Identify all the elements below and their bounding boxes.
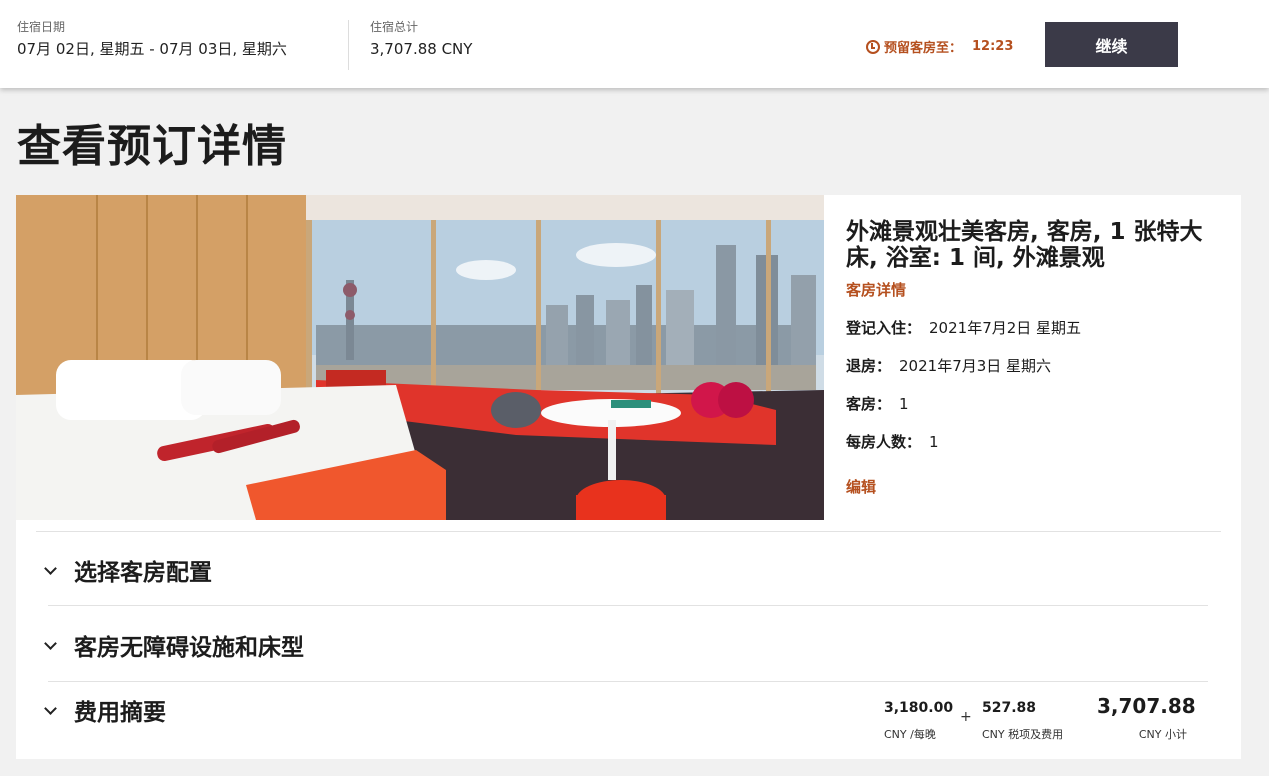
nightly-rate-value: 3,180.00 (884, 700, 954, 716)
fee-summary-title: 费用摘要 (74, 700, 166, 726)
room-info: 外滩景观壮美客房, 客房, 1 张特大床, 浴室: 1 间, 外滩景观 客房详情… (846, 219, 1226, 497)
taxes-fees-value: 527.88 (982, 700, 1037, 716)
divider (348, 20, 349, 70)
nightly-rate-label: CNY /每晚 (884, 728, 936, 741)
chevron-down-icon (44, 636, 57, 650)
checkout-value: 2021年7月3日 星期六 (899, 357, 1052, 375)
clock-icon (866, 39, 880, 54)
accessibility-section[interactable]: 客房无障碍设施和床型 (44, 628, 304, 662)
guests-value: 1 (929, 433, 939, 451)
stay-total: 住宿总计 3,707.88 CNY (370, 20, 472, 58)
stay-total-label: 住宿总计 (370, 20, 419, 34)
room-hold-timer: 预留客房至： 12:23 (866, 37, 1013, 56)
stay-dates-label: 住宿日期 (17, 20, 66, 34)
room-details-link[interactable]: 客房详情 (846, 279, 1226, 300)
nightly-rate: 3,180.00 CNY /每晚 (884, 700, 953, 742)
room-photo (16, 195, 824, 520)
rooms-row: 客房： 1 (846, 394, 1226, 414)
taxes-fees: 527.88 CNY 税项及费用 (982, 700, 1063, 742)
room-config-title: 选择客房配置 (74, 560, 212, 586)
subtotal-value: 3,707.88 (1097, 694, 1196, 718)
stay-total-value: 3,707.88 CNY (370, 40, 473, 58)
subtotal-label: CNY 小计 (1138, 728, 1187, 741)
edit-link[interactable]: 编辑 (846, 476, 1226, 497)
guests-label: 每房人数： (846, 433, 922, 451)
room-card: 外滩景观壮美客房, 客房, 1 张特大床, 浴室: 1 间, 外滩景观 客房详情… (16, 195, 1241, 759)
checkin-row: 登记入住： 2021年7月2日 星期五 (846, 318, 1226, 338)
booking-summary-bar: 住宿日期 07月 02日, 星期五 - 07月 03日, 星期六 住宿总计 3,… (0, 0, 1269, 88)
subtotal: 3,707.88 CNY 小计 (1097, 694, 1196, 742)
stay-dates-value: 07月 02日, 星期五 - 07月 03日, 星期六 (17, 40, 287, 58)
room-hold-time: 12:23 (972, 39, 1014, 54)
plus-sign: + (960, 709, 972, 725)
fee-summary-section[interactable]: 费用摘要 (44, 693, 166, 727)
checkout-row: 退房： 2021年7月3日 星期六 (846, 356, 1226, 376)
checkout-label: 退房： (846, 357, 892, 375)
divider (48, 605, 1208, 606)
rooms-value: 1 (899, 395, 909, 413)
chevron-down-icon (44, 561, 57, 575)
accessibility-title: 客房无障碍设施和床型 (74, 635, 304, 661)
taxes-fees-label: CNY 税项及费用 (982, 728, 1064, 741)
continue-button[interactable]: 继续 (1045, 22, 1178, 67)
room-hold-label: 预留客房至： (884, 41, 963, 56)
divider (36, 531, 1221, 532)
stay-dates: 住宿日期 07月 02日, 星期五 - 07月 03日, 星期六 (17, 20, 287, 58)
checkin-label: 登记入住： (846, 319, 922, 337)
divider (48, 681, 1208, 682)
room-name: 外滩景观壮美客房, 客房, 1 张特大床, 浴室: 1 间, 外滩景观 (846, 219, 1203, 271)
rooms-label: 客房： (846, 395, 892, 413)
guests-row: 每房人数： 1 (846, 432, 1226, 452)
room-config-section[interactable]: 选择客房配置 (44, 553, 212, 587)
checkin-value: 2021年7月2日 星期五 (929, 319, 1082, 337)
chevron-down-icon (44, 701, 57, 715)
page-title: 查看预订详情 (17, 121, 287, 172)
